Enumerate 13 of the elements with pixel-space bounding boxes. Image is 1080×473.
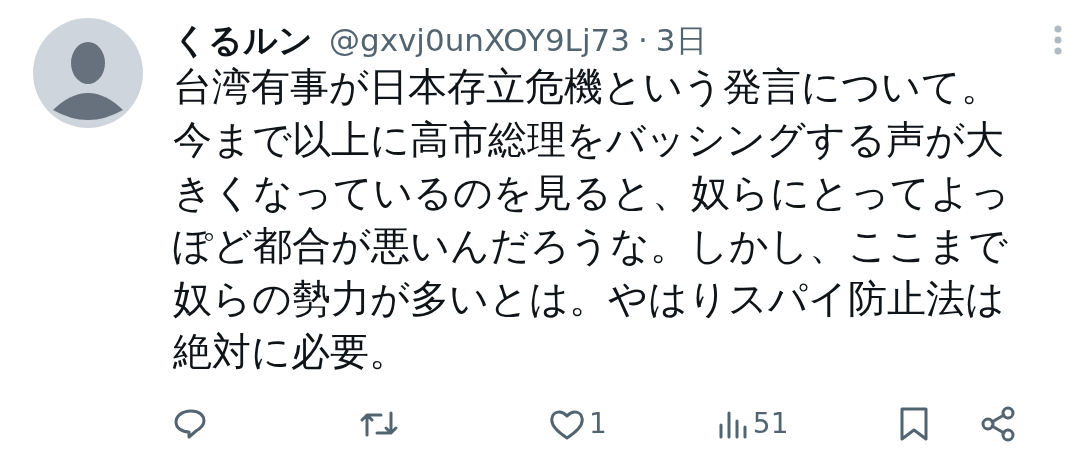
bookmark-icon (898, 406, 931, 442)
like-button[interactable]: 1 (549, 403, 607, 445)
share-icon (980, 406, 1017, 442)
views-button[interactable]: 51 (716, 403, 789, 445)
avatar-icon (33, 18, 143, 128)
heart-icon (549, 407, 585, 441)
bookmark-button[interactable] (898, 406, 931, 442)
timestamp[interactable]: 3日 (655, 16, 707, 64)
display-name[interactable]: くるルン (173, 14, 313, 66)
separator: · (637, 20, 648, 60)
tweet-text: 台湾有事が日本存立危機という発言について。今まで以上に高市総理をバッシングする声が大きくなっているのを見ると、奴らにとってよっぽど都合が悪いんだろうな。しかし、ここまで奴らの勢力が多いとは。やはりスパイ防止法は絶対に必要。 (173, 63, 1011, 376)
share-button[interactable] (980, 406, 1017, 442)
user-handle: @gxvj0unXOY9Lj73 (329, 20, 630, 60)
